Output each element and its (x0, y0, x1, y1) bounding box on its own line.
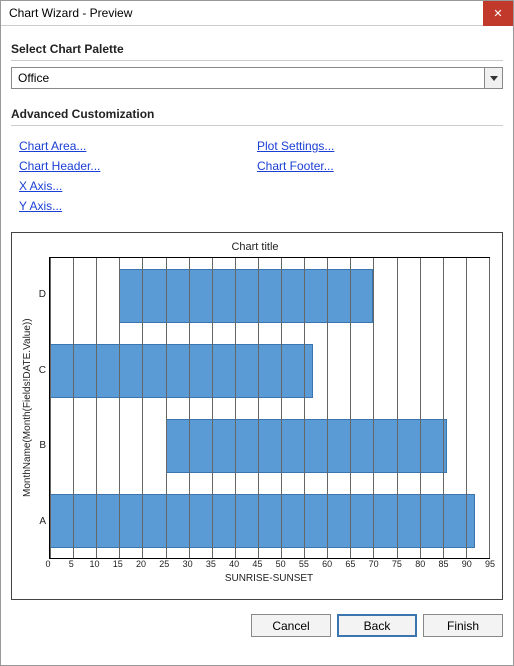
palette-dropdown-value: Office (12, 68, 484, 88)
x-tick-label: 25 (159, 559, 169, 569)
bar-C (50, 344, 313, 398)
advanced-section-header: Advanced Customization (11, 101, 503, 126)
titlebar: Chart Wizard - Preview ✕ (1, 1, 513, 26)
x-tick-label: 40 (229, 559, 239, 569)
x-tick-label: 50 (276, 559, 286, 569)
x-tick-label: 95 (485, 559, 495, 569)
bar-A (50, 494, 475, 548)
x-ticks: 05101520253035404550556065707580859095 (48, 559, 490, 573)
x-tick-label: 15 (113, 559, 123, 569)
advanced-links: Chart Area... Chart Header... X Axis... … (11, 132, 503, 232)
chevron-down-icon[interactable] (484, 68, 502, 88)
x-tick-label: 90 (462, 559, 472, 569)
x-tick-label: 10 (90, 559, 100, 569)
link-plot-settings[interactable]: Plot Settings... (257, 136, 495, 156)
link-chart-area[interactable]: Chart Area... (19, 136, 257, 156)
x-tick-label: 35 (206, 559, 216, 569)
y-tick-label: B (35, 440, 46, 451)
close-icon: ✕ (493, 7, 502, 20)
link-chart-header[interactable]: Chart Header... (19, 156, 257, 176)
y-tick-label: D (35, 289, 46, 300)
x-tick-label: 60 (322, 559, 332, 569)
close-button[interactable]: ✕ (483, 1, 513, 26)
palette-dropdown[interactable]: Office (11, 67, 503, 89)
palette-section-header: Select Chart Palette (11, 36, 503, 61)
x-tick-label: 85 (438, 559, 448, 569)
x-tick-label: 75 (392, 559, 402, 569)
back-button[interactable]: Back (337, 614, 417, 637)
cancel-button[interactable]: Cancel (251, 614, 331, 637)
x-tick-label: 70 (369, 559, 379, 569)
x-tick-label: 30 (183, 559, 193, 569)
x-tick-label: 20 (136, 559, 146, 569)
x-tick-label: 45 (252, 559, 262, 569)
y-axis-label: MonthName(Month(Fields!DATE.Value)) (20, 257, 35, 559)
x-tick-label: 80 (415, 559, 425, 569)
finish-button[interactable]: Finish (423, 614, 503, 637)
x-tick-label: 65 (345, 559, 355, 569)
plot-area (49, 257, 490, 559)
link-chart-footer[interactable]: Chart Footer... (257, 156, 495, 176)
footer-buttons: Cancel Back Finish (1, 600, 513, 651)
y-tick-label: C (35, 365, 46, 376)
chart-preview: Chart title MonthName(Month(Fields!DATE.… (11, 232, 503, 600)
links-col-left: Chart Area... Chart Header... X Axis... … (19, 136, 257, 216)
chart-title: Chart title (20, 241, 490, 253)
x-axis-label: SUNRISE-SUNSET (48, 573, 490, 584)
x-tick-label: 0 (45, 559, 50, 569)
y-ticks: D C B A (35, 257, 49, 559)
link-y-axis[interactable]: Y Axis... (19, 196, 257, 216)
x-tick-label: 5 (69, 559, 74, 569)
y-tick-label: A (35, 516, 46, 527)
links-col-right: Plot Settings... Chart Footer... (257, 136, 495, 216)
window-title: Chart Wizard - Preview (9, 6, 132, 20)
x-tick-label: 55 (299, 559, 309, 569)
bar-B (166, 419, 448, 473)
bar-D (119, 269, 373, 323)
link-x-axis[interactable]: X Axis... (19, 176, 257, 196)
